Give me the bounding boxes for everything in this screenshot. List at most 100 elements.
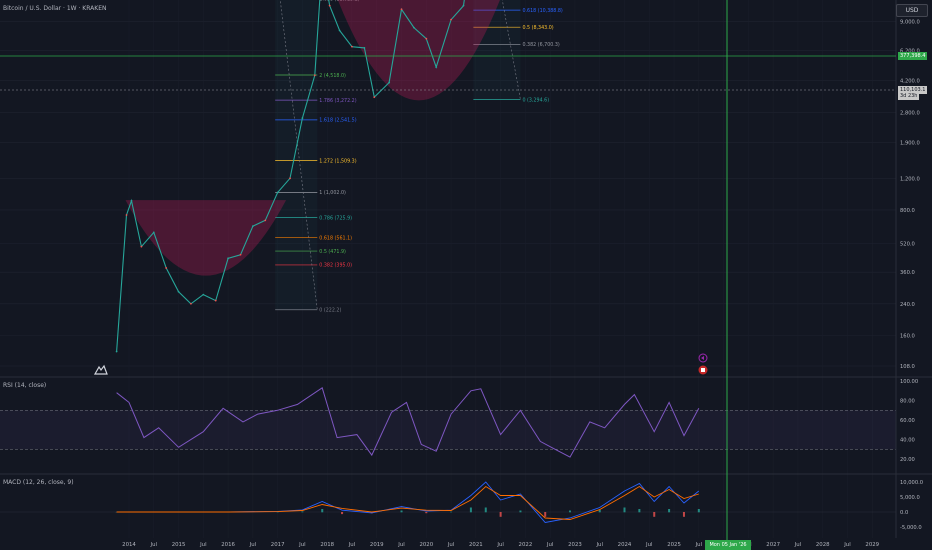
time-tick-label: 2014: [122, 542, 136, 548]
price-tick-label: 9,000.0: [900, 19, 920, 25]
fib-level-label: 1.272 (1,509.3): [319, 158, 356, 164]
price-point: [289, 177, 291, 180]
fib-level-label: 0.5 (8,343.0): [522, 25, 553, 31]
symbol-title: Bitcoin / U.S. Dollar · 1W · KRAKEN: [3, 5, 107, 12]
fib-level-label: 0.618 (561.1): [319, 235, 352, 241]
time-tick-label: Jul: [595, 542, 603, 548]
time-tick-label: Jul: [695, 542, 703, 548]
rsi-tick-label: 60.00: [900, 418, 915, 424]
tradingview-logo-icon: [94, 364, 108, 375]
fib-background: [275, 0, 318, 310]
time-tick-label: 2025: [667, 542, 681, 548]
countdown-badge: 3d 23h: [898, 92, 920, 100]
price-point: [264, 219, 267, 222]
time-tick-label: 2016: [221, 542, 235, 548]
time-tick-label: 2019: [370, 542, 384, 548]
price-point: [351, 45, 353, 48]
time-tick-label: Jul: [397, 542, 405, 548]
currency-button[interactable]: USD: [896, 4, 928, 17]
macd-histogram-bar: [341, 512, 344, 515]
macd-title: MACD (12, 26, close, 9): [3, 479, 74, 486]
price-point: [413, 26, 415, 29]
macd-histogram-bar: [450, 511, 453, 513]
time-tick-label: Jul: [348, 542, 356, 548]
price-point: [435, 66, 438, 69]
fib-level-label: 1.618 (2,541.5): [319, 118, 356, 124]
event-flag-icon[interactable]: [698, 365, 708, 375]
time-tick-label: Jul: [794, 542, 802, 548]
macd-histogram-bar: [301, 511, 304, 513]
price-point: [177, 290, 180, 293]
price-point: [152, 231, 155, 234]
time-tick-label: Jul: [843, 542, 851, 548]
price-point: [301, 117, 304, 119]
time-tick-label: 2022: [519, 542, 533, 548]
price-tick-label: 520.0: [900, 242, 915, 248]
price-point: [400, 8, 403, 11]
time-tick-label: Jul: [298, 542, 306, 548]
macd-histogram-bar: [668, 509, 671, 513]
price-tick-label: 2,800.0: [900, 110, 920, 116]
macd-tick-label: -5,000.0: [900, 525, 922, 531]
rsi-tick-label: 80.00: [900, 399, 915, 405]
rsi-tick-label: 40.00: [900, 438, 915, 444]
replay-icon[interactable]: [698, 353, 708, 363]
macd-histogram-bar: [469, 507, 472, 513]
price-point: [276, 191, 279, 194]
time-tick-label: 2017: [271, 542, 285, 548]
price-point: [313, 74, 316, 77]
rsi-tick-label: 20.00: [900, 457, 915, 463]
price-tick-label: 800.0: [900, 208, 915, 214]
price-tick-label: 240.0: [900, 302, 915, 308]
price-point: [251, 225, 254, 228]
time-tick-label: Jul: [546, 542, 554, 548]
time-tick-label: 2018: [320, 542, 334, 548]
price-tick-label: 1,200.0: [900, 176, 920, 182]
time-tick-label: 2023: [568, 542, 582, 548]
price-point: [202, 293, 205, 296]
time-tick-label: 2027: [766, 542, 780, 548]
time-tick-label: 2029: [865, 542, 879, 548]
fib-level-label: 1 (1,002.0): [319, 190, 346, 196]
price-point: [214, 299, 217, 302]
chart-canvas[interactable]: 3 (20,371.4)2.786 (14,758.7)2.618 (12,02…: [0, 0, 932, 550]
macd-histogram-bar: [623, 507, 626, 513]
time-tick-label: Jul: [199, 542, 207, 548]
fib-level-label: 0 (3,294.6): [522, 97, 549, 103]
fib-level-label: 1.786 (3,272.2): [319, 98, 356, 104]
price-tick-label: 108.0: [900, 364, 915, 370]
vertical-marker-date: Mon 05 Jan '26: [705, 540, 751, 550]
macd-tick-label: 0.0: [900, 510, 908, 516]
time-tick-label: 2020: [419, 542, 433, 548]
price-point: [363, 46, 366, 49]
macd-histogram-bar: [653, 512, 656, 517]
time-tick-label: Jul: [447, 542, 455, 548]
rsi-tick-label: 100.00: [900, 379, 918, 385]
price-point: [125, 214, 128, 216]
fib-level-label: 0.618 (10,388.8): [522, 8, 562, 14]
price-point: [373, 96, 376, 99]
price-point: [450, 18, 452, 21]
fib-level-label: 2 (4,518.0): [319, 73, 346, 79]
fib-level-label: 0.382 (395.0): [319, 263, 352, 269]
time-tick-label: Jul: [249, 542, 257, 548]
price-point: [388, 81, 391, 84]
macd-tick-label: 10,000.0: [900, 480, 923, 486]
price-point: [115, 350, 118, 353]
price-point: [130, 199, 133, 202]
price-point: [190, 302, 192, 305]
macd-histogram-bar: [568, 510, 571, 513]
macd-histogram-bar: [321, 509, 324, 513]
price-point: [140, 245, 143, 248]
macd-histogram-bar: [425, 512, 428, 514]
price-point: [462, 4, 465, 7]
time-tick-label: 2015: [172, 542, 186, 548]
price-point: [239, 253, 242, 256]
time-tick-label: 2021: [469, 542, 483, 548]
fib-level-label: 0.382 (6,700.3): [522, 42, 559, 48]
time-tick-label: Jul: [496, 542, 504, 548]
macd-histogram-bar: [400, 510, 403, 513]
price-point: [328, 4, 331, 7]
fib-level-label: 0.5 (471.9): [319, 249, 346, 255]
macd-histogram-bar: [638, 509, 641, 513]
